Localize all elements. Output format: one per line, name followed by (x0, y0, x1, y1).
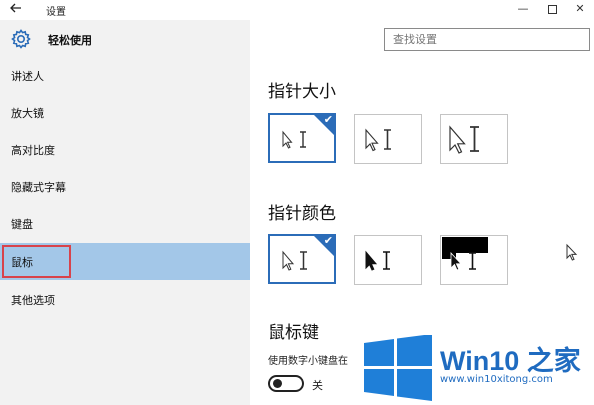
window-title: 设置 (46, 7, 66, 18)
maximize-button[interactable] (538, 0, 566, 20)
sidebar-item-magnifier[interactable]: 放大镜 (0, 94, 250, 131)
title-bar: 设置 — ✕ (0, 0, 594, 20)
pointer-color-inverted[interactable] (440, 235, 508, 285)
sidebar-item-high-contrast[interactable]: 高对比度 (0, 131, 250, 168)
watermark-url: www.win10xitong.com (440, 374, 553, 385)
sidebar-item-label: 高对比度 (11, 144, 55, 157)
checkmark-icon: ✔ (323, 234, 333, 247)
sidebar-brand: 轻松使用 (8, 28, 238, 50)
checkmark-icon: ✔ (323, 113, 333, 126)
close-button[interactable]: ✕ (566, 0, 594, 20)
sidebar-brand-label: 轻松使用 (48, 34, 92, 47)
mouse-cursor-icon (565, 243, 579, 267)
sidebar-item-label: 鼠标 (11, 256, 33, 269)
sidebar-item-label: 键盘 (11, 218, 33, 231)
sidebar: 轻松使用 讲述人 放大镜 高对比度 隐藏式字幕 键盘 鼠标 其他选项 (0, 20, 250, 405)
windows-logo-icon (364, 335, 432, 401)
pointer-large-icon (449, 125, 479, 154)
pointer-color-black[interactable] (354, 235, 422, 285)
section-title-pointer-size: 指针大小 (268, 82, 336, 102)
sidebar-item-closed-captions[interactable]: 隐藏式字幕 (0, 168, 250, 205)
section-title-mouse-keys: 鼠标键 (268, 323, 319, 343)
sidebar-item-mouse[interactable]: 鼠标 (0, 243, 250, 280)
pointer-size-large[interactable] (440, 114, 508, 164)
pointer-black-icon (365, 250, 390, 271)
pointer-size-small[interactable]: ✔ (268, 113, 336, 163)
arrow-left-icon[interactable] (9, 1, 27, 17)
sidebar-item-other-options[interactable]: 其他选项 (0, 281, 250, 318)
pointer-medium-icon (365, 128, 391, 152)
maximize-icon (547, 4, 557, 14)
mouse-keys-toggle-state: 关 (312, 379, 323, 392)
mouse-keys-description: 使用数字小键盘在 (268, 356, 348, 367)
gear-icon (10, 28, 32, 50)
section-title-pointer-color: 指针颜色 (268, 204, 336, 224)
sidebar-item-narrator[interactable]: 讲述人 (0, 57, 250, 94)
search-input[interactable] (384, 28, 590, 51)
pointer-size-medium[interactable] (354, 114, 422, 164)
sidebar-item-label: 隐藏式字幕 (11, 181, 66, 194)
watermark: Win10 之家 www.win10xitong.com (362, 333, 594, 405)
pointer-inverted-icon (442, 237, 488, 271)
pointer-color-white[interactable]: ✔ (268, 234, 336, 284)
sidebar-item-label: 放大镜 (11, 107, 44, 120)
watermark-title: Win10 之家 (440, 346, 581, 376)
toggle-knob (273, 379, 282, 388)
mouse-keys-toggle[interactable] (268, 375, 304, 392)
sidebar-item-keyboard[interactable]: 键盘 (0, 205, 250, 242)
sidebar-item-label: 其他选项 (11, 294, 55, 307)
sidebar-item-label: 讲述人 (11, 70, 44, 83)
minimize-button[interactable]: — (509, 0, 537, 20)
